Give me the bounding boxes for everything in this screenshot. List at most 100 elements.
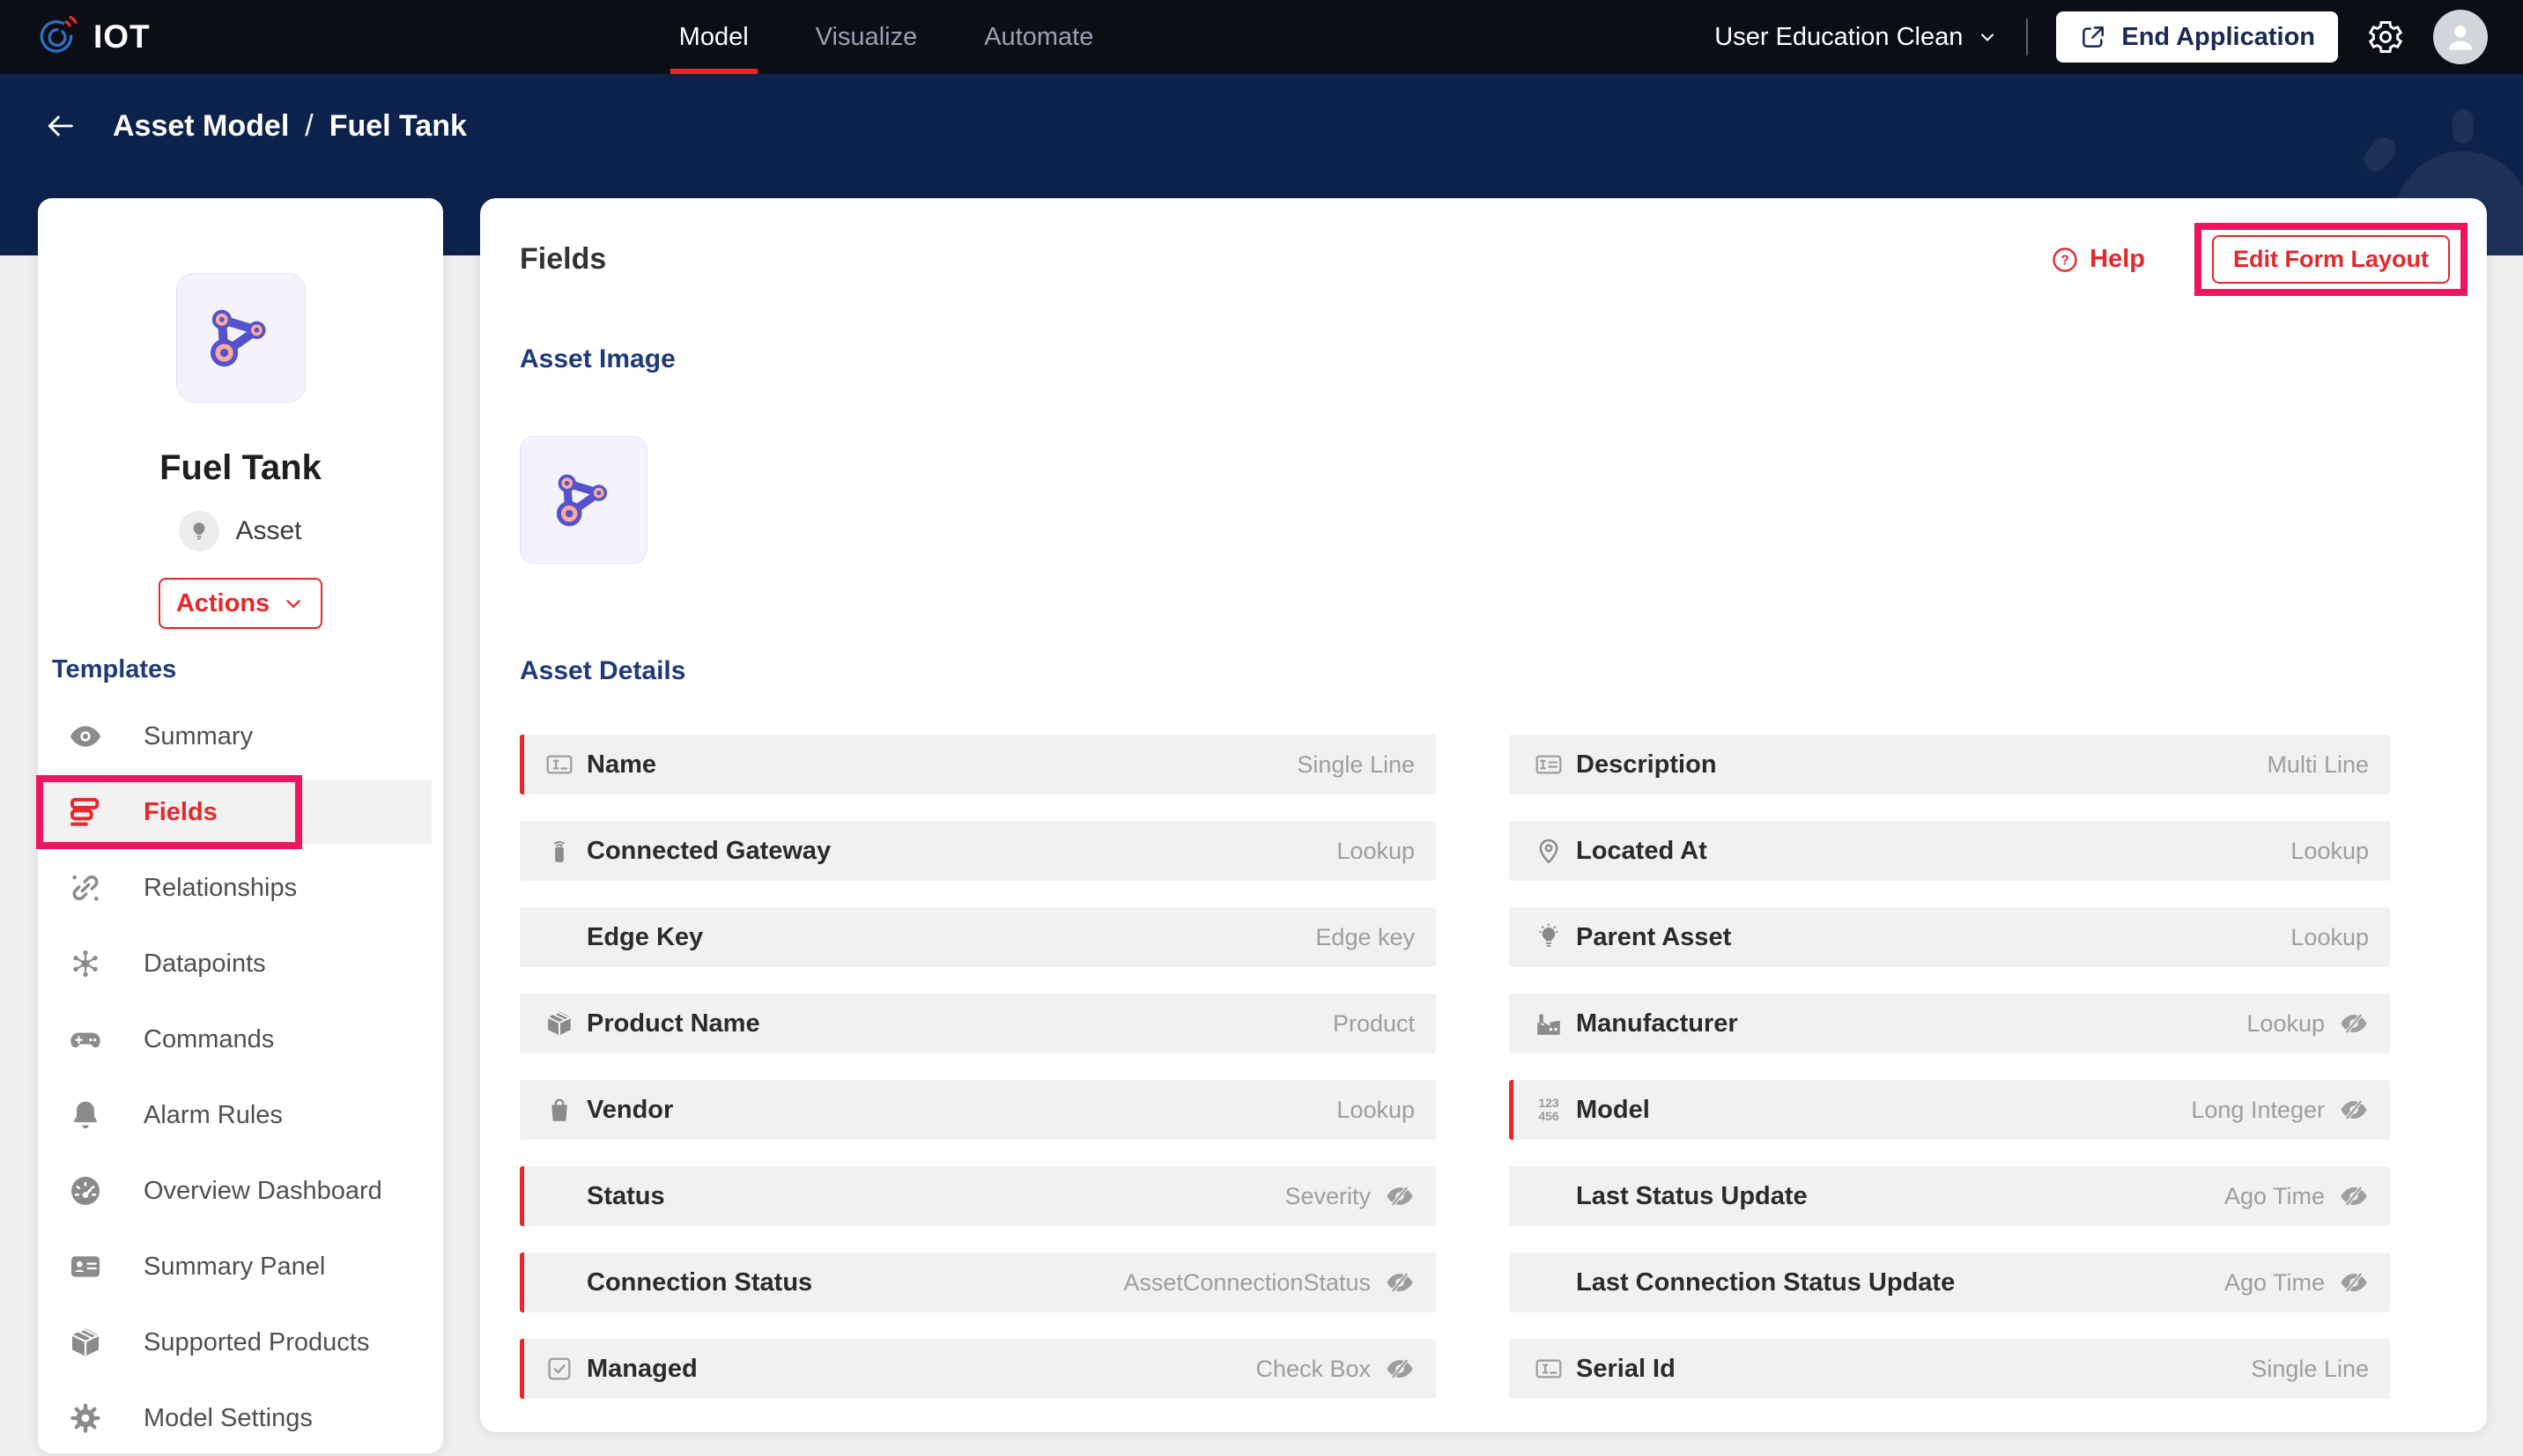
bulb-icon [1534,922,1564,952]
breadcrumb: Asset Model / Fuel Tank [113,109,467,144]
datapoints-icon [68,946,103,981]
tab-model[interactable]: Model [679,0,749,74]
fields-header: Fields ? Help Edit Form Layout [480,198,2487,296]
eye-slash-icon [2339,1095,2369,1125]
sidebar-item-fields[interactable]: Fields [38,774,443,850]
pulley-asset-icon [547,463,621,537]
package-icon [544,1009,574,1038]
numbers-icon: 123456 [1534,1095,1564,1125]
no-icon [1534,1268,1564,1297]
sidebar-item-overview-dashboard[interactable]: Overview Dashboard [38,1153,443,1229]
asset-type-label: Asset [235,516,301,546]
asset-name: Fuel Tank [38,448,443,488]
breadcrumb-page: Fuel Tank [329,109,467,144]
end-application-button[interactable]: End Application [2056,11,2338,63]
sidebar-item-model-settings[interactable]: Model Settings [38,1380,443,1456]
bag-icon [544,1095,574,1125]
external-link-icon [2079,23,2107,51]
eye-slash-icon [1385,1268,1415,1297]
tutorial-highlight-edit-form-layout: Edit Form Layout [2194,223,2468,296]
bell-icon [68,1098,103,1133]
field-row-status[interactable]: StatusSeverity [520,1166,1436,1226]
field-row-located-at[interactable]: Located AtLookup [1509,821,2390,881]
asset-sidebar-card: Fuel Tank Asset Actions Templates Summar… [38,198,443,1453]
location-icon [1534,836,1564,866]
question-circle-icon: ? [2051,246,2079,274]
field-row-edge-key[interactable]: Edge KeyEdge key [520,907,1436,967]
factory-icon [1534,1009,1564,1038]
field-row-product-name[interactable]: Product NameProduct [520,994,1436,1053]
chevron-down-icon [1977,26,1998,48]
idcard-icon [68,1249,103,1284]
eye-slash-icon [2339,1009,2369,1038]
field-row-last-connection-status-update[interactable]: Last Connection Status UpdateAgo Time [1509,1253,2390,1312]
package-icon [68,1325,103,1360]
templates-heading: Templates [52,655,443,684]
edit-form-layout-button[interactable]: Edit Form Layout [2212,235,2450,284]
chevron-down-icon [282,592,305,615]
field-row-name[interactable]: NameSingle Line [520,735,1436,795]
bulb-icon [179,511,219,551]
single-line-icon [544,750,574,780]
fields-panel: Fields ? Help Edit Form Layout Asset Ima… [480,198,2487,1432]
fields-icon [68,795,103,830]
svg-text:?: ? [2061,253,2068,268]
settings-gear-icon[interactable] [2366,18,2405,56]
field-row-parent-asset[interactable]: Parent AssetLookup [1509,907,2390,967]
eye-slash-icon [1385,1354,1415,1384]
gauge-icon [68,1173,103,1208]
pulley-asset-icon [200,298,281,379]
field-row-last-status-update[interactable]: Last Status UpdateAgo Time [1509,1166,2390,1226]
field-row-manufacturer[interactable]: ManufacturerLookup [1509,994,2390,1053]
help-link[interactable]: ? Help [2051,245,2145,274]
sidebar-item-datapoints[interactable]: Datapoints [38,926,443,1001]
gateway-icon [544,836,574,866]
sidebar-item-supported-products[interactable]: Supported Products [38,1304,443,1380]
user-avatar[interactable] [2433,10,2488,64]
no-icon [544,1268,574,1297]
logo-text: IOT [93,18,151,55]
sidebar-item-alarm-rules[interactable]: Alarm Rules [38,1077,443,1153]
actions-button[interactable]: Actions [159,578,322,629]
asset-details-heading: Asset Details [520,656,2487,686]
sidebar-item-summary[interactable]: Summary [38,698,443,774]
back-arrow-icon[interactable] [42,108,78,144]
eye-slash-icon [2339,1181,2369,1211]
link-icon [68,870,103,905]
templates-list: SummaryFieldsRelationshipsDatapointsComm… [38,698,443,1456]
primary-nav-tabs: Model Visualize Automate [679,0,1094,74]
asset-type-chip: Asset [38,511,443,551]
sidebar-item-commands[interactable]: Commands [38,1001,443,1077]
asset-image-thumbnail[interactable] [520,436,647,564]
field-row-model[interactable]: 123456ModelLong Integer [1509,1080,2390,1140]
page-title: Fields [520,242,606,277]
multi-line-icon [1534,750,1564,780]
eye-icon [68,719,103,754]
checkbox-icon [544,1354,574,1384]
field-row-managed[interactable]: ManagedCheck Box [520,1339,1436,1399]
gear-icon [68,1401,103,1436]
no-icon [544,922,574,952]
field-row-connection-status[interactable]: Connection StatusAssetConnectionStatus [520,1253,1436,1312]
breadcrumb-bar: Asset Model / Fuel Tank [0,74,467,178]
field-row-connected-gateway[interactable]: Connected GatewayLookup [520,821,1436,881]
asset-icon-tile [176,273,306,403]
breadcrumb-section[interactable]: Asset Model [113,109,289,144]
no-icon [544,1181,574,1211]
field-row-serial-id[interactable]: Serial IdSingle Line [1509,1339,2390,1399]
eye-slash-icon [1385,1181,1415,1211]
tab-visualize[interactable]: Visualize [816,0,918,74]
eye-slash-icon [2339,1268,2369,1297]
app-switcher[interactable]: User Education Clean [1714,23,1998,52]
field-row-vendor[interactable]: VendorLookup [520,1080,1436,1140]
sidebar-item-summary-panel[interactable]: Summary Panel [38,1229,443,1304]
fields-grid: NameSingle Line DescriptionMulti Line Conn… [520,735,2487,1399]
asset-image-heading: Asset Image [520,344,2487,374]
single-line-icon [1534,1354,1564,1384]
gamepad-icon [68,1022,103,1057]
no-icon [1534,1181,1564,1211]
tab-automate[interactable]: Automate [984,0,1093,74]
sidebar-item-relationships[interactable]: Relationships [38,850,443,926]
field-row-description[interactable]: DescriptionMulti Line [1509,735,2390,795]
iot-logo-icon [35,15,79,59]
